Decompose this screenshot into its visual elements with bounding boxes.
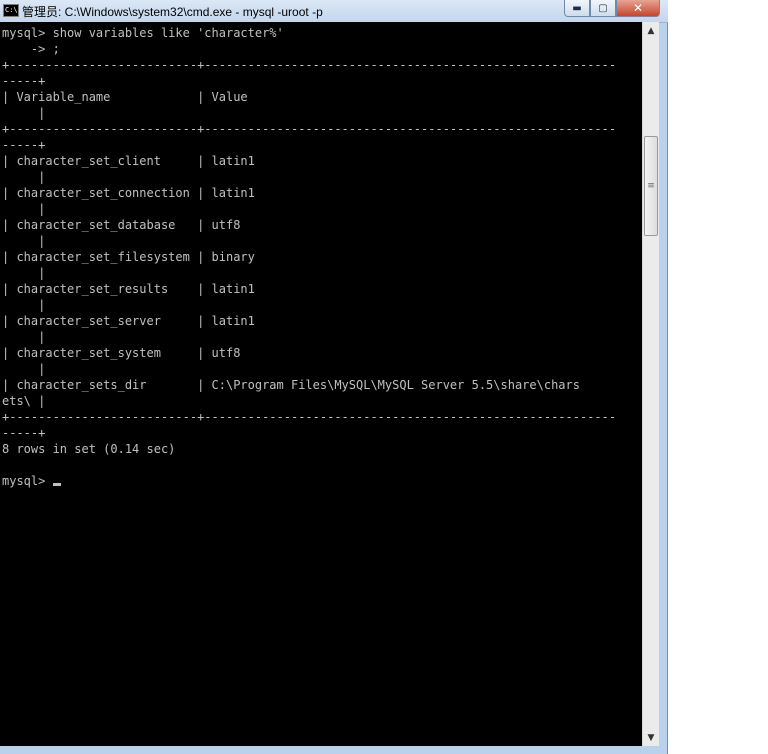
scroll-thumb[interactable]: ≡ xyxy=(644,136,658,236)
console-line: | xyxy=(2,298,46,312)
console-line: | character_set_filesystem | binary xyxy=(2,250,255,264)
console-line: mysql> xyxy=(2,474,53,488)
vertical-scrollbar[interactable]: ▲ ≡ ▼ xyxy=(642,22,659,746)
window-title: 管理员: C:\Windows\system32\cmd.exe - mysql… xyxy=(22,5,323,19)
maximize-button[interactable]: ▢ xyxy=(590,0,616,17)
console-line: +--------------------------+------------… xyxy=(2,122,617,136)
title-bar[interactable]: C:\ 管理员: C:\Windows\system32\cmd.exe - m… xyxy=(0,0,668,23)
console-line: -----+ xyxy=(2,138,46,152)
minimize-button[interactable]: ▬ xyxy=(564,0,590,17)
console-line: | xyxy=(2,170,46,184)
console-line: +--------------------------+------------… xyxy=(2,58,617,72)
console-line: | character_set_database | utf8 xyxy=(2,218,241,232)
console-line: -> ; xyxy=(2,42,60,56)
window-controls: ▬ ▢ ✕ xyxy=(564,0,660,18)
console-line: 8 rows in set (0.14 sec) xyxy=(2,442,176,456)
console-line: | character_sets_dir | C:\Program Files\… xyxy=(2,378,580,392)
console-line: | character_set_connection | latin1 xyxy=(2,186,255,200)
console-line: mysql> show variables like 'character%' xyxy=(2,26,284,40)
console-line: | xyxy=(2,266,46,280)
cmd-window: C:\ 管理员: C:\Windows\system32\cmd.exe - m… xyxy=(0,0,668,754)
console-line: | character_set_client | latin1 xyxy=(2,154,255,168)
console-line: | Variable_name | Value xyxy=(2,90,248,104)
console-line: | xyxy=(2,106,46,120)
console-line: | character_set_server | latin1 xyxy=(2,314,255,328)
cmd-icon: C:\ xyxy=(3,4,19,17)
console-line: | xyxy=(2,330,46,344)
close-button[interactable]: ✕ xyxy=(616,0,660,17)
scroll-down-arrow-icon[interactable]: ▼ xyxy=(643,729,659,746)
console-line: +--------------------------+------------… xyxy=(2,410,617,424)
console-output[interactable]: mysql> show variables like 'character%' … xyxy=(0,22,642,746)
text-cursor xyxy=(52,483,61,486)
console-line: ets\ | xyxy=(2,394,46,408)
console-text: mysql> show variables like 'character%' … xyxy=(0,22,642,489)
console-line: | character_set_results | latin1 xyxy=(2,282,255,296)
console-line: | character_set_system | utf8 xyxy=(2,346,241,360)
console-line: | xyxy=(2,234,46,248)
console-line: | xyxy=(2,362,46,376)
console-line: -----+ xyxy=(2,74,46,88)
console-line: -----+ xyxy=(2,426,46,440)
scroll-up-arrow-icon[interactable]: ▲ xyxy=(643,22,659,39)
console-line: | xyxy=(2,202,46,216)
